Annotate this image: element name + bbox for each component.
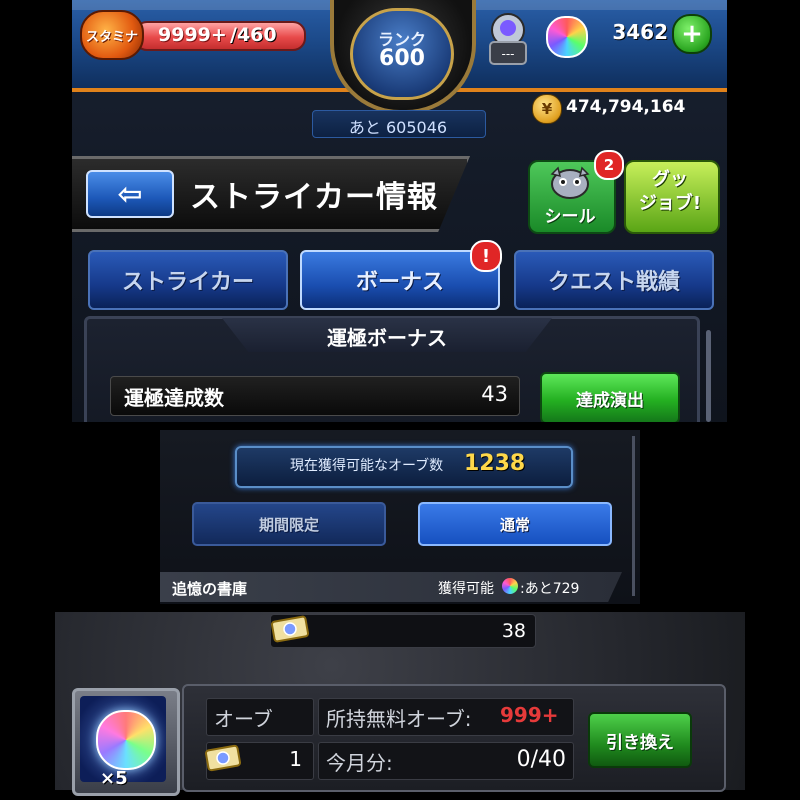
monthly-value: 0/40: [516, 747, 566, 772]
orb-available-label: 現在獲得可能なオーブ数: [290, 458, 444, 474]
tab-striker[interactable]: ストライカー: [88, 250, 288, 310]
scrollbar[interactable]: [632, 436, 635, 596]
egg-label: ---: [502, 47, 515, 61]
orb-icon: [502, 578, 518, 594]
section-title: 運極ボーナス: [327, 326, 447, 350]
monthly-label: 今月分:: [326, 751, 393, 775]
alert-icon: !: [470, 240, 502, 272]
orb-label: オーブ: [214, 707, 273, 731]
tab-limited[interactable]: 期間限定: [192, 502, 386, 546]
ticket-icon: [270, 615, 310, 643]
orb-icon: [96, 710, 156, 770]
stamina-icon: スタミナ: [80, 10, 144, 60]
ticket-count: 38: [501, 620, 526, 642]
plus-icon: +: [681, 19, 703, 49]
coin-count: 474,794,164: [566, 97, 686, 117]
list-item-name: 追憶の書庫: [172, 580, 248, 598]
owned-free-label: 所持無料オーブ:: [326, 707, 472, 731]
orb-multiplier: ×5: [100, 768, 128, 789]
egg-icon[interactable]: ---: [486, 10, 530, 68]
ticket-owned: 1: [289, 747, 302, 771]
stamina-max: /460: [230, 24, 277, 46]
back-button[interactable]: ⇦: [86, 170, 174, 218]
ticket-icon: [204, 744, 242, 772]
page-title: ストライカー情報: [190, 180, 438, 215]
list-item-remaining: :あと729: [520, 581, 580, 597]
back-arrow-icon: ⇦: [117, 176, 143, 212]
owned-free-value: 999+: [500, 703, 559, 727]
add-orb-button[interactable]: +: [672, 14, 712, 54]
scrollbar[interactable]: [706, 330, 711, 422]
exchange-button[interactable]: 引き換え: [588, 712, 692, 768]
good-job-label: グッ ジョブ!: [638, 169, 702, 214]
tab-quest-record[interactable]: クエスト戦績: [514, 250, 714, 310]
orb-available-value: 1238: [464, 451, 526, 476]
stat-label: 運極達成数: [124, 386, 224, 410]
orb-count: 3462: [612, 20, 668, 44]
coin-icon: ¥: [532, 94, 562, 124]
stamina-value: 9999+: [158, 24, 227, 46]
seal-label: シール: [544, 207, 596, 227]
dragon-icon: [550, 166, 590, 199]
list-item-available-label: 獲得可能: [438, 581, 494, 597]
orb-icon: [546, 16, 588, 58]
seal-notification-badge: 2: [594, 150, 624, 180]
tab-normal[interactable]: 通常: [418, 502, 612, 546]
striker-info-panel: スタミナ 9999+ /460 ランク 600 あと 605046 --- 34…: [72, 0, 727, 422]
exp-remaining: あと 605046: [348, 118, 448, 137]
achievement-show-button[interactable]: 達成演出: [540, 372, 680, 422]
stat-value: 43: [481, 382, 508, 406]
rank-value: 600: [379, 46, 425, 71]
